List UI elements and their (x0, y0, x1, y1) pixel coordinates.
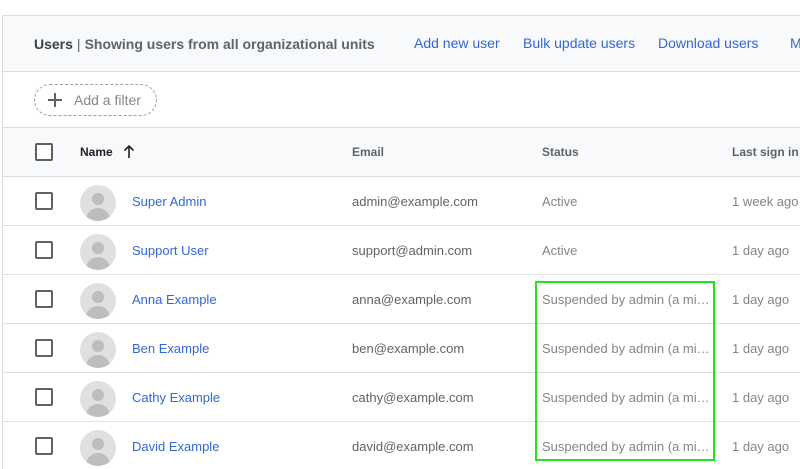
user-name-link[interactable]: David Example (132, 439, 219, 454)
title-users: Users (34, 36, 73, 52)
bulk-update-users-link[interactable]: Bulk update users (523, 35, 635, 51)
download-users-link[interactable]: Download users (658, 35, 758, 51)
table-row[interactable]: Support User support@admin.com Active 1 day… (3, 226, 800, 275)
avatar (80, 430, 116, 466)
table-row[interactable]: Super Admin admin@example.com Active 1 week… (3, 177, 800, 226)
user-status: Suspended by admin (a minute ago) (542, 439, 714, 454)
add-filter-label: Add a filter (74, 92, 141, 108)
row-checkbox[interactable] (35, 241, 53, 259)
avatar (80, 381, 116, 417)
arrow-up-icon[interactable] (123, 145, 135, 159)
user-status: Active (542, 243, 578, 258)
row-checkbox[interactable] (35, 339, 53, 357)
add-filter-button[interactable]: Add a filter (34, 84, 157, 116)
row-checkbox[interactable] (35, 192, 53, 210)
user-name-link[interactable]: Support User (132, 243, 209, 258)
avatar (80, 185, 116, 221)
more-actions-link[interactable]: M (790, 35, 800, 51)
user-last-sign-in: 1 day ago (732, 439, 790, 454)
column-header-status[interactable]: Status (542, 145, 579, 159)
plus-icon (48, 93, 62, 107)
user-email: ben@example.com (352, 341, 465, 356)
users-panel: Users | Showing users from all organizatio… (2, 15, 800, 469)
user-status: Suspended by admin (a minute ago) (542, 341, 714, 356)
user-last-sign-in: 1 day ago (732, 243, 790, 258)
user-name-link[interactable]: Ben Example (132, 341, 209, 356)
user-email: admin@example.com (352, 194, 478, 209)
row-checkbox[interactable] (35, 290, 53, 308)
table-row[interactable]: David Example david@example.com Suspended … (3, 422, 800, 469)
user-name-link[interactable]: Anna Example (132, 292, 217, 307)
user-status: Active (542, 194, 578, 209)
user-last-sign-in: 1 day ago (732, 390, 790, 405)
column-header-email[interactable]: Email (352, 145, 384, 159)
table-row[interactable]: Anna Example anna@example.com Suspended by… (3, 275, 800, 324)
row-checkbox[interactable] (35, 388, 53, 406)
user-last-sign-in: 1 week ago (732, 194, 799, 209)
user-email: support@admin.com (352, 243, 473, 258)
avatar (80, 283, 116, 319)
user-email: anna@example.com (352, 292, 472, 307)
column-header-name[interactable]: Name (80, 145, 113, 159)
user-email: david@example.com (352, 439, 474, 454)
table-header: Name Email Status Last sign in (3, 128, 800, 177)
row-checkbox[interactable] (35, 437, 53, 455)
page-title: Users | Showing users from all organizatio… (34, 36, 375, 52)
user-name-link[interactable]: Cathy Example (132, 390, 220, 405)
table-row[interactable]: Cathy Example cathy@example.com Suspended … (3, 373, 800, 422)
column-header-last-sign-in[interactable]: Last sign in (732, 145, 799, 159)
title-separator: | (76, 36, 81, 52)
user-status: Suspended by admin (a minute ago) (542, 292, 714, 307)
avatar (80, 332, 116, 368)
select-all-checkbox[interactable] (35, 143, 53, 161)
user-last-sign-in: 1 day ago (732, 341, 790, 356)
avatar (80, 234, 116, 270)
page-header: Users | Showing users from all organizatio… (3, 16, 800, 72)
user-last-sign-in: 1 day ago (732, 292, 790, 307)
title-subtitle: Showing users from all organizational un… (84, 36, 375, 52)
user-status: Suspended by admin (a minute ago) (542, 390, 714, 405)
user-email: cathy@example.com (352, 390, 474, 405)
add-new-user-link[interactable]: Add new user (414, 35, 500, 51)
table-row[interactable]: Ben Example ben@example.com Suspended by a… (3, 324, 800, 373)
user-name-link[interactable]: Super Admin (132, 194, 206, 209)
filter-bar: Add a filter (3, 72, 800, 128)
